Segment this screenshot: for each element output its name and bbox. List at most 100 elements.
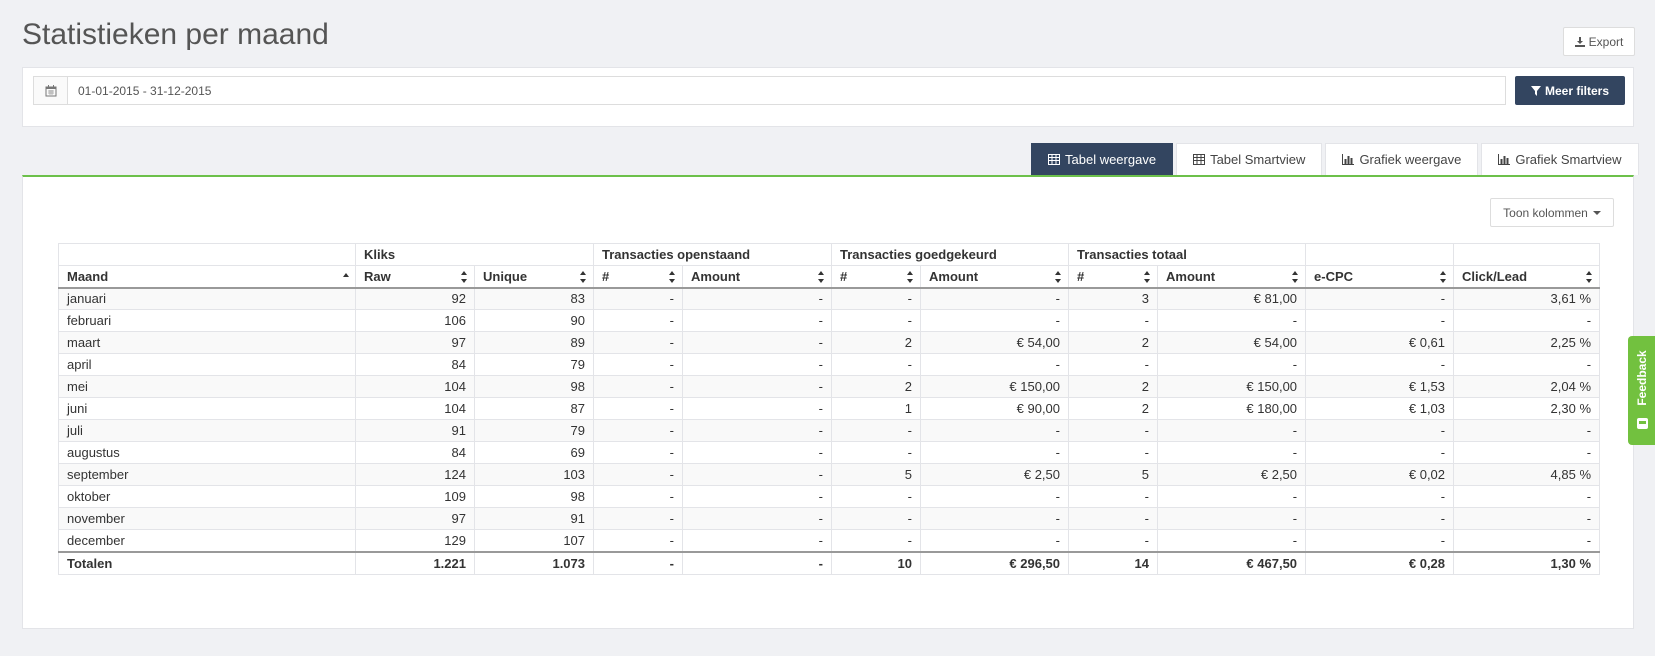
table-cell: € 2,50	[1157, 463, 1307, 486]
date-range-group	[33, 76, 1506, 105]
table-cell: -	[1157, 529, 1307, 552]
calendar-icon[interactable]	[34, 77, 68, 104]
table-cell: -	[920, 287, 1070, 310]
sort-icon	[1292, 271, 1299, 283]
table-cell: -	[1068, 485, 1159, 508]
table-cell: 97	[355, 507, 475, 530]
table-cell: augustus	[58, 441, 356, 464]
table-cell: -	[593, 375, 684, 398]
table-group-header-row: Kliks Transacties openstaand Transacties…	[58, 243, 1601, 266]
table-row: juni 104 87 - - 1 € 90,00 2 € 180,00 € 1…	[58, 397, 1601, 420]
table-cell: januari	[58, 287, 356, 310]
table-cell: -	[682, 507, 833, 530]
table-header-row: Maand Raw Unique # Amount # Amount # Amo…	[58, 265, 1601, 289]
group-header	[58, 243, 356, 266]
table-cell: € 81,00	[1157, 287, 1307, 310]
table-cell: -	[920, 353, 1070, 376]
more-filters-button[interactable]: Meer filters	[1515, 76, 1625, 105]
table-cell: 91	[473, 507, 595, 530]
column-header-label: e-CPC	[1314, 268, 1354, 284]
tab-tabel-smartview[interactable]: Tabel Smartview	[1176, 143, 1323, 175]
table-row: januari 92 83 - - - - 3 € 81,00 - 3,61 %	[58, 287, 1601, 310]
table-cell: 107	[473, 529, 595, 552]
download-icon	[1574, 36, 1585, 47]
table-row: mei 104 98 - - 2 € 150,00 2 € 150,00 € 1…	[58, 375, 1601, 398]
table-cell: 2,25 %	[1453, 331, 1601, 354]
column-header-total-amount[interactable]: Amount	[1157, 265, 1307, 289]
table-cell: -	[682, 331, 833, 354]
table-cell: 91	[355, 419, 475, 442]
table-cell: -	[831, 287, 922, 310]
table-cell: 103	[473, 463, 595, 486]
table-cell: -	[920, 485, 1070, 508]
table-cell: 84	[355, 353, 475, 376]
table-cell: € 90,00	[920, 397, 1070, 420]
table-cell: mei	[58, 375, 356, 398]
group-header: Transacties totaal	[1068, 243, 1307, 266]
table-cell: -	[1068, 529, 1159, 552]
table-cell: -	[593, 507, 684, 530]
table-cell: € 0,02	[1305, 463, 1455, 486]
table-row: april 84 79 - - - - - - - -	[58, 353, 1601, 376]
column-header-unique[interactable]: Unique	[473, 265, 595, 289]
table-cell: 87	[473, 397, 595, 420]
date-range-input[interactable]	[68, 77, 1505, 104]
export-button[interactable]: Export	[1563, 27, 1635, 56]
totals-cell: 1,30 %	[1453, 550, 1601, 575]
table-cell: april	[58, 353, 356, 376]
table-cell: juli	[58, 419, 356, 442]
table-cell: 98	[473, 375, 595, 398]
sort-icon	[1586, 271, 1593, 283]
feedback-label: Feedback	[1635, 350, 1649, 406]
column-header-label: #	[840, 268, 848, 284]
bar-chart-icon	[1342, 154, 1355, 165]
table-cell: -	[1453, 507, 1601, 530]
sort-icon	[818, 271, 825, 283]
totals-cell: 1.073	[473, 550, 595, 575]
table-cell: -	[1305, 287, 1455, 310]
column-header-click-lead[interactable]: Click/Lead	[1453, 265, 1601, 289]
feedback-tab[interactable]: Feedback	[1628, 336, 1655, 445]
tab-tabel-weergave[interactable]: Tabel weergave	[1031, 143, 1174, 175]
table-cell: € 150,00	[920, 375, 1070, 398]
table-body: januari 92 83 - - - - 3 € 81,00 - 3,61 %…	[58, 287, 1601, 552]
table-cell: -	[1068, 309, 1159, 332]
table-cell: -	[593, 419, 684, 442]
table-cell: 3,61 %	[1453, 287, 1601, 310]
column-header-open-amount[interactable]: Amount	[682, 265, 833, 289]
sort-asc-icon	[343, 273, 349, 277]
totals-cell: 10	[831, 550, 922, 575]
table-cell: 109	[355, 485, 475, 508]
column-header-total-count[interactable]: #	[1068, 265, 1159, 289]
content-panel: Toon kolommen Kliks Transacties openstaa…	[22, 175, 1634, 629]
table-cell: 89	[473, 331, 595, 354]
table-cell: 92	[355, 287, 475, 310]
table-cell: -	[682, 529, 833, 552]
totals-cell: € 296,50	[920, 550, 1070, 575]
totals-cell: -	[593, 550, 684, 575]
toggle-columns-button[interactable]: Toon kolommen	[1490, 198, 1614, 227]
column-header-approved-count[interactable]: #	[831, 265, 922, 289]
column-header-open-count[interactable]: #	[593, 265, 684, 289]
table-cell: -	[1157, 507, 1307, 530]
column-header-label: Maand	[67, 268, 109, 284]
table-cell: -	[682, 397, 833, 420]
totals-cell: -	[682, 550, 833, 575]
tab-grafiek-smartview[interactable]: Grafiek Smartview	[1481, 143, 1639, 175]
table-cell: 2	[1068, 331, 1159, 354]
table-cell: -	[1068, 441, 1159, 464]
table-cell: -	[920, 441, 1070, 464]
table-cell: 2	[1068, 397, 1159, 420]
table-cell: € 0,61	[1305, 331, 1455, 354]
column-header-approved-amount[interactable]: Amount	[920, 265, 1070, 289]
table-cell: -	[1305, 419, 1455, 442]
column-header-label: Amount	[929, 268, 979, 284]
column-header-maand[interactable]: Maand	[58, 265, 356, 289]
table-cell: -	[1305, 441, 1455, 464]
column-header-raw[interactable]: Raw	[355, 265, 475, 289]
table-cell: 2	[1068, 375, 1159, 398]
column-header-ecpc[interactable]: e-CPC	[1305, 265, 1455, 289]
table-cell: -	[593, 441, 684, 464]
table-cell: -	[1453, 309, 1601, 332]
tab-grafiek-weergave[interactable]: Grafiek weergave	[1325, 143, 1479, 175]
